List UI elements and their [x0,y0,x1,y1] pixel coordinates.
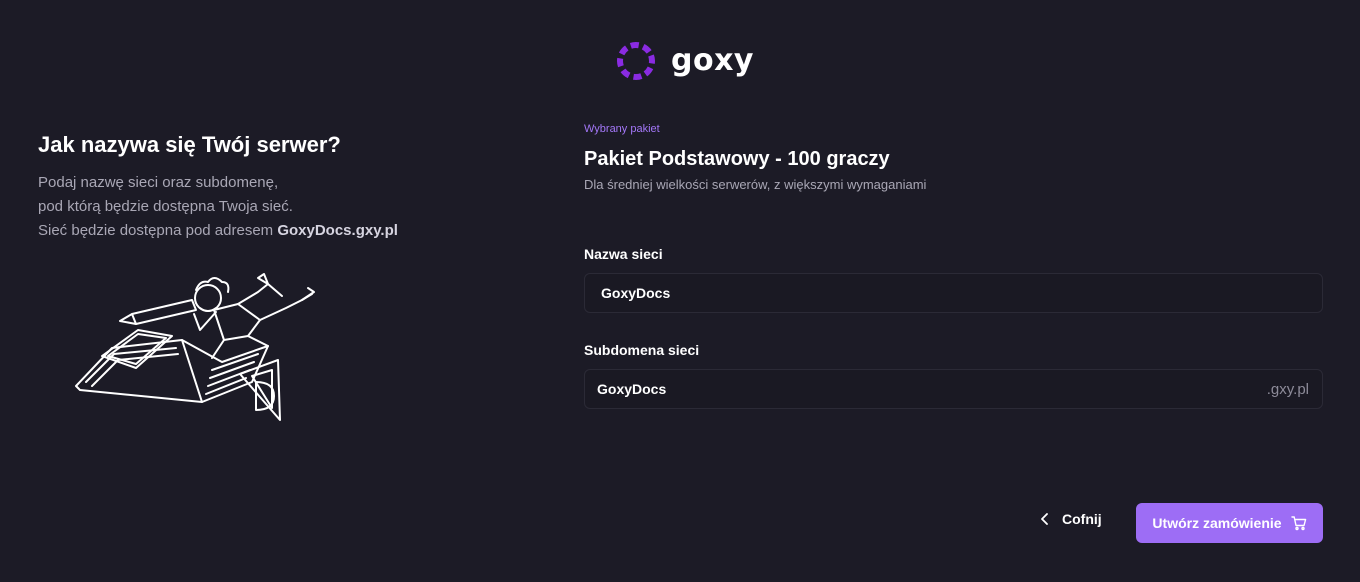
back-button-label: Cofnij [1062,511,1102,527]
package-name: Pakiet Podstawowy - 100 graczy [584,148,890,170]
create-order-label: Utwórz zamówienie [1152,515,1282,531]
reading-person-illustration [75,273,315,421]
chevron-left-icon [1041,513,1048,525]
intro-section: Jak nazywa się Twój serwer? Podaj nazwę … [38,131,518,243]
subdomain-input[interactable] [597,381,1267,397]
goxy-logo[interactable]: goxy [615,40,754,82]
network-name-input[interactable] [601,285,1322,301]
intro-line-3: Sieć będzie dostępna pod adresem GoxyDoc… [38,219,518,243]
network-address: GoxyDocs.gxy.pl [277,222,398,239]
subdomain-label: Subdomena sieci [584,342,700,358]
intro-description: Podaj nazwę sieci oraz subdomenę, pod kt… [38,171,518,243]
goxy-logo-mark-icon [617,42,655,80]
network-name-field[interactable] [584,273,1323,313]
selected-package-tag: Wybrany pakiet [584,123,660,135]
package-description: Dla średniej wielkości serwerów, z więks… [584,177,927,192]
brand-name: goxy [671,43,754,78]
network-name-label: Nazwa sieci [584,246,663,262]
intro-line-2: pod którą będzie dostępna Twoja sieć. [38,198,293,215]
intro-line-1: Podaj nazwę sieci oraz subdomenę, [38,174,279,191]
page-title: Jak nazywa się Twój serwer? [38,132,341,157]
create-order-button[interactable]: Utwórz zamówienie [1136,503,1323,543]
form-section: Wybrany pakiet Pakiet Podstawowy - 100 g… [584,122,1323,409]
subdomain-field[interactable]: .gxy.pl [584,369,1323,409]
cart-icon [1290,516,1306,531]
back-button[interactable]: Cofnij [1040,511,1102,527]
intro-line-3-prefix: Sieć będzie dostępna pod adresem [38,222,278,239]
subdomain-suffix: .gxy.pl [1266,380,1309,398]
